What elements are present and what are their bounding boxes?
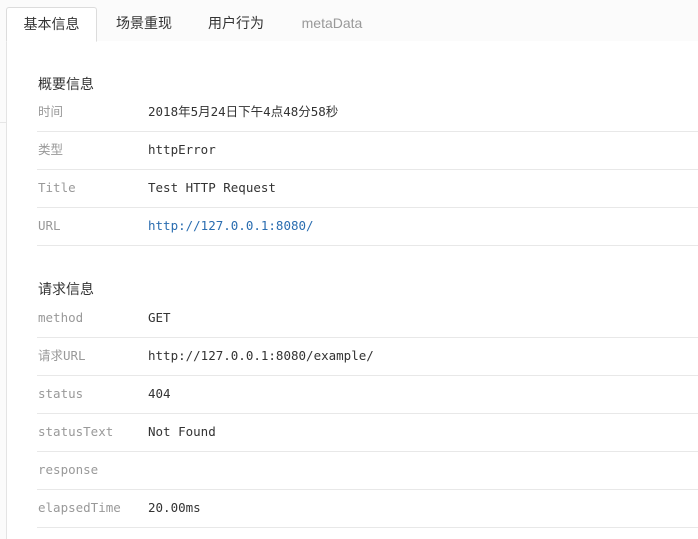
info-row-method: method GET (37, 299, 698, 338)
info-row-time: 时间 2018年5月24日下午4点48分58秒 (37, 93, 698, 132)
row-value: httpError (148, 142, 216, 157)
row-value: Not Found (148, 424, 216, 439)
info-row-type: 类型 httpError (37, 131, 698, 170)
row-label: URL (38, 218, 61, 233)
row-label: elapsedTime (38, 500, 121, 515)
tab-user-behavior[interactable]: 用户行为 (196, 7, 276, 40)
row-label: 类型 (38, 142, 64, 157)
info-row-title: Title Test HTTP Request (37, 169, 698, 208)
tab-bar: 基本信息 场景重现 用户行为 metaData (6, 0, 698, 42)
info-row-request-url: 请求URL http://127.0.0.1:8080/example/ (37, 337, 698, 376)
row-label: status (38, 386, 84, 401)
row-label: response (38, 462, 99, 477)
row-value: GET (148, 310, 171, 325)
info-row-status: status 404 (37, 375, 698, 414)
tab-metadata[interactable]: metaData (290, 7, 374, 40)
info-row-status-text: statusText Not Found (37, 413, 698, 452)
row-label: Title (38, 180, 76, 195)
url-link[interactable]: http://127.0.0.1:8080/ (148, 207, 314, 245)
row-label: 请求URL (38, 348, 86, 363)
row-value: 404 (148, 386, 171, 401)
row-label: statusText (38, 424, 114, 439)
row-label: method (38, 310, 84, 325)
info-row-response: response (37, 451, 698, 490)
info-row-url: URL http://127.0.0.1:8080/ (37, 207, 698, 246)
tab-basic-info[interactable]: 基本信息 (6, 7, 97, 42)
row-label: 时间 (38, 104, 64, 119)
section-title-request: 请求信息 (38, 281, 94, 297)
row-value: 2018年5月24日下午4点48分58秒 (148, 104, 339, 119)
info-row-elapsed-time: elapsedTime 20.00ms (37, 489, 698, 528)
row-value: Test HTTP Request (148, 180, 276, 195)
section-title-overview: 概要信息 (38, 76, 94, 92)
row-value: 20.00ms (148, 500, 201, 515)
content-panel: 概要信息 时间 2018年5月24日下午4点48分58秒 类型 httpErro… (6, 41, 698, 539)
tab-scene-replay[interactable]: 场景重现 (104, 7, 184, 40)
row-value: http://127.0.0.1:8080/example/ (148, 348, 374, 363)
